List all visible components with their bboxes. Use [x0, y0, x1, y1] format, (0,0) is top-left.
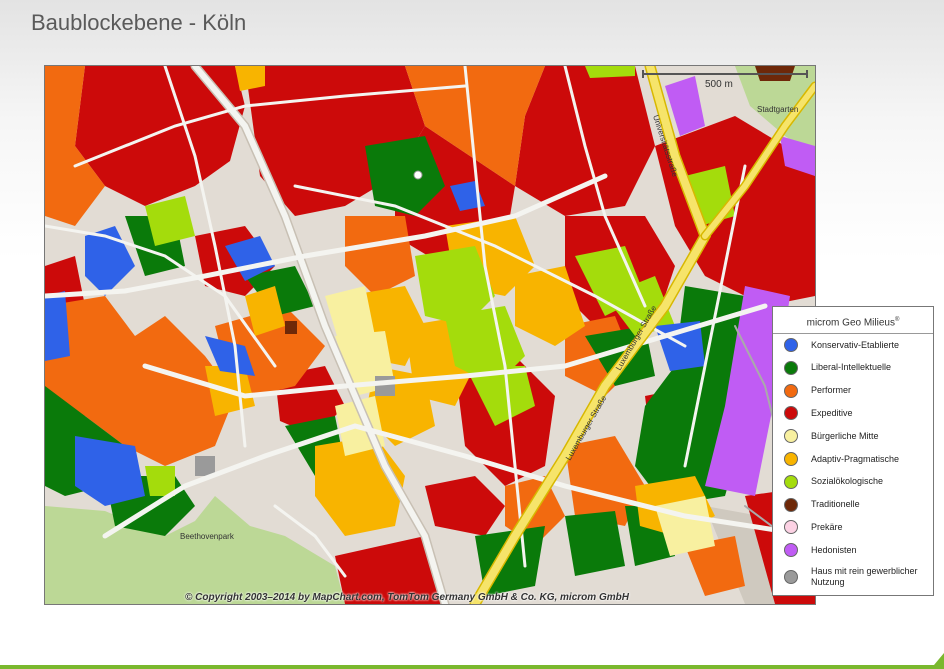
legend-title-mark: ®: [894, 317, 900, 323]
legend-item: Haus mit rein gewerblicher Nutzung: [784, 566, 921, 588]
block-liberal: [565, 511, 625, 576]
legend: microm Geo Milieus® Konservativ-Etablier…: [772, 306, 934, 596]
legend-item: Adaptiv-Pragmatische: [784, 452, 899, 466]
map-copyright: © Copyright 2003–2014 by MapChart.com, T…: [185, 592, 629, 603]
legend-swatch: [784, 570, 798, 584]
street-label: Stadtgarten: [757, 105, 798, 114]
legend-swatch: [784, 338, 798, 352]
legend-item: Traditionelle: [784, 497, 860, 512]
legend-item-label: Prekäre: [811, 521, 843, 532]
legend-title: microm Geo Milieus®: [773, 307, 933, 334]
legend-swatch: [784, 474, 798, 489]
legend-swatch: [784, 383, 798, 398]
legend-item: Konservativ-Etablierte: [784, 338, 899, 352]
legend-item: Bürgerliche Mitte: [784, 429, 879, 444]
legend-swatch: [784, 452, 798, 466]
square-marker: [413, 170, 423, 180]
legend-item-label: Expeditive: [811, 407, 853, 418]
legend-item-label: Hedonisten: [811, 544, 857, 555]
legend-swatch: [784, 406, 798, 421]
legend-item: Expeditive: [784, 406, 853, 421]
block-sozial: [145, 466, 175, 496]
legend-item-label: Liberal-Intellektuelle: [811, 362, 892, 373]
block-gewerblich: [375, 376, 395, 396]
scale-label: 500 m: [705, 79, 733, 90]
milieu-map[interactable]: 500 m Universitätsstraße Luxemburger Str…: [44, 65, 816, 605]
legend-item: Sozialökologische: [784, 474, 884, 489]
accent-corner: [934, 653, 944, 665]
street-label: Beethovenpark: [180, 532, 235, 541]
block-gewerblich: [195, 456, 215, 476]
accent-bar: [0, 665, 944, 669]
legend-item-label: Performer: [811, 385, 852, 396]
legend-item-label: Adaptiv-Pragmatische: [811, 453, 900, 464]
map-canvas[interactable]: 500 m Universitätsstraße Luxemburger Str…: [45, 66, 815, 604]
legend-item-label: Konservativ-Etablierte: [811, 339, 900, 350]
legend-item-label: Haus mit rein gewerblicher Nutzung: [811, 566, 918, 587]
block-sozial: [585, 66, 635, 78]
legend-item-label: Sozialökologische: [811, 476, 884, 487]
legend-swatch: [784, 520, 798, 535]
legend-swatch: [784, 429, 798, 444]
legend-swatch: [784, 497, 798, 512]
legend-item: Prekäre: [784, 520, 843, 535]
legend-item: Performer: [784, 383, 852, 398]
legend-item: Hedonisten: [784, 543, 857, 558]
legend-title-text: microm Geo Milieus: [806, 317, 895, 329]
legend-swatch: [784, 543, 798, 558]
legend-item-label: Bürgerliche Mitte: [811, 430, 879, 441]
legend-swatch: [784, 360, 798, 375]
legend-item-label: Traditionelle: [811, 499, 860, 510]
page-title: Baublockebene - Köln: [31, 10, 247, 35]
block-traditionelle: [285, 321, 297, 334]
legend-item: Liberal-Intellektuelle: [784, 360, 892, 375]
